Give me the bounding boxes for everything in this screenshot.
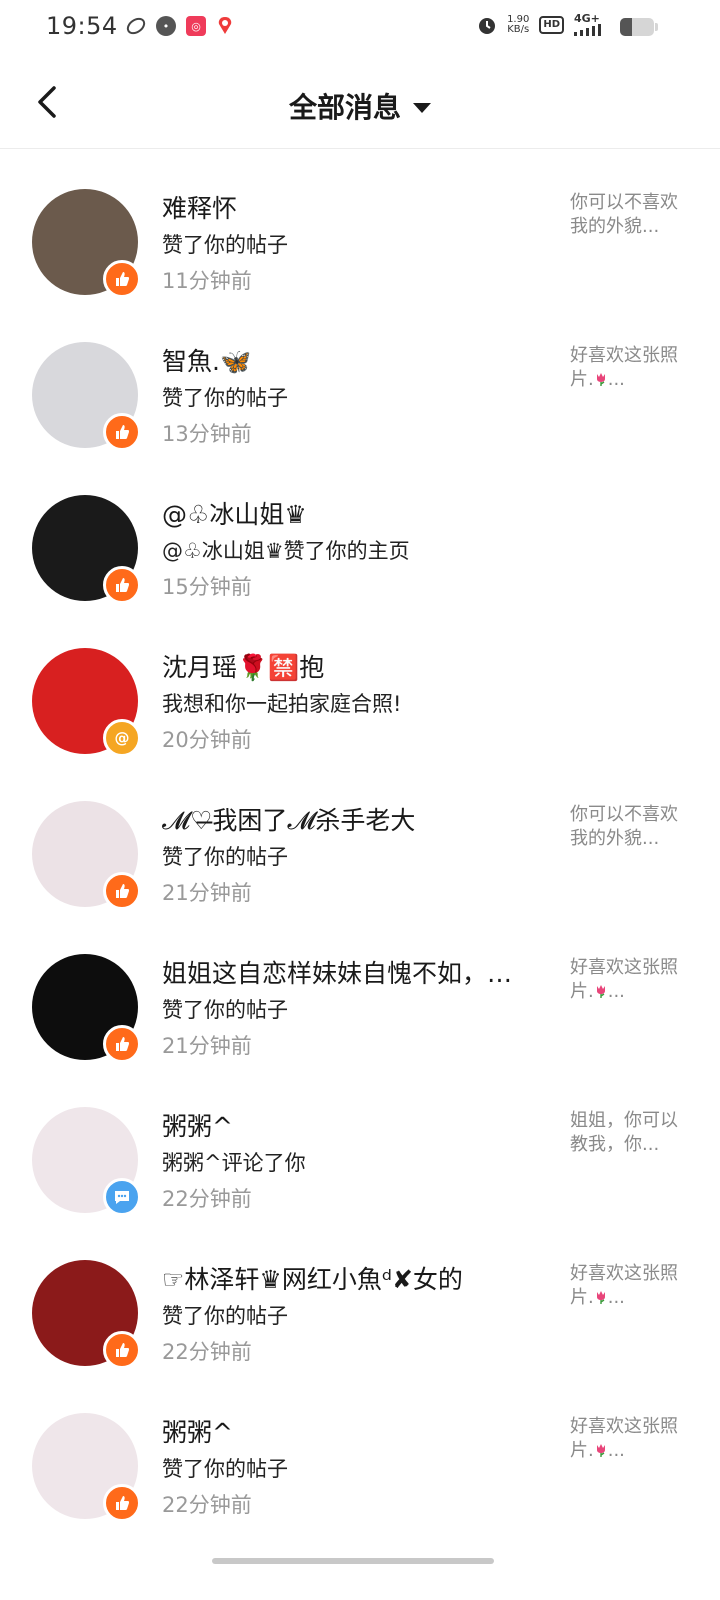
tulip-icon — [596, 373, 605, 386]
message-action-text: 我想和你一起拍家庭合照! — [162, 692, 402, 716]
alarm-icon — [479, 18, 496, 34]
message-item[interactable]: 姐姐这自恋样妹妹自愧不如，… 赞了你的帖子 21分钟前 好喜欢这张照片.... — [0, 930, 720, 1083]
status-right-icons: 1.90 KB/s HD 4G+ — [477, 13, 602, 36]
post-preview-text[interactable]: 好喜欢这张照片.... — [570, 1415, 680, 1463]
message-timestamp: 21分钟前 — [162, 881, 252, 905]
message-timestamp: 15分钟前 — [162, 575, 252, 599]
message-action-text: 赞了你的帖子 — [162, 386, 288, 410]
message-action-text: 赞了你的帖子 — [162, 233, 288, 257]
sender-name[interactable]: 姐姐这自恋样妹妹自愧不如，… — [162, 954, 512, 990]
message-list: 难释怀 赞了你的帖子 11分钟前 你可以不喜欢我的外貌... 智魚.🦋 赞了你的帖子 13分… — [0, 165, 720, 1542]
mention-badge-icon: @ — [103, 719, 141, 757]
post-preview-text[interactable]: 好喜欢这张照片.... — [570, 344, 680, 392]
sender-name[interactable]: 智魚.🦋 — [162, 342, 251, 378]
message-item[interactable]: @ 沈月瑶🌹🈲抱我想和你一起拍家庭合照! 20分钟前 — [0, 624, 720, 777]
message-item[interactable]: ☞林泽轩♛网红小魚ᵈ✘女的赞了你的帖子 22分钟前 好喜欢这张照片.... — [0, 1236, 720, 1389]
sender-name[interactable]: 𝓜♡̶我困了𝓜杀手老大 — [162, 801, 415, 837]
voice-app-icon: • — [156, 16, 176, 36]
message-item[interactable]: 粥粥^ 赞了你的帖子 22分钟前 好喜欢这张照片.... — [0, 1389, 720, 1542]
comment-badge-icon — [103, 1178, 141, 1216]
like-badge-icon — [103, 566, 141, 604]
post-preview-text[interactable]: 好喜欢这张照片.... — [570, 1262, 680, 1310]
message-action-text: 赞了你的帖子 — [162, 998, 288, 1022]
sender-name[interactable]: @♧冰山姐♛ — [162, 495, 307, 531]
tulip-icon — [596, 1291, 605, 1304]
message-action-text: 赞了你的帖子 — [162, 1457, 288, 1481]
sender-name[interactable]: 难释怀 — [162, 189, 237, 225]
tulip-icon — [596, 985, 605, 998]
like-badge-icon — [103, 413, 141, 451]
message-action-text: 粥粥^评论了你 — [162, 1151, 306, 1175]
message-item[interactable]: 𝓜♡̶我困了𝓜杀手老大赞了你的帖子 21分钟前 你可以不喜欢我的外貌... — [0, 777, 720, 930]
message-timestamp: 22分钟前 — [162, 1187, 252, 1211]
message-timestamp: 22分钟前 — [162, 1340, 252, 1364]
post-preview-text[interactable]: 好喜欢这张照片.... — [570, 956, 680, 1004]
message-timestamp: 21分钟前 — [162, 1034, 252, 1058]
like-badge-icon — [103, 1484, 141, 1522]
sender-name[interactable]: 粥粥^ — [162, 1413, 233, 1449]
message-action-text: @♧冰山姐♛赞了你的主页 — [162, 539, 410, 563]
like-badge-icon — [103, 260, 141, 298]
message-item[interactable]: @♧冰山姐♛ @♧冰山姐♛赞了你的主页 15分钟前 — [0, 471, 720, 624]
message-action-text: 赞了你的帖子 — [162, 1304, 288, 1328]
status-time: 19:54 — [46, 12, 118, 40]
message-timestamp: 13分钟前 — [162, 422, 252, 446]
sender-name[interactable]: 粥粥^ — [162, 1107, 233, 1143]
message-action-text: 赞了你的帖子 — [162, 845, 288, 869]
sync-icon — [126, 17, 146, 35]
message-timestamp: 22分钟前 — [162, 1493, 252, 1517]
notification-icons: • ◎ — [126, 16, 234, 36]
message-item[interactable]: 难释怀赞了你的帖子 11分钟前 你可以不喜欢我的外貌... — [0, 165, 720, 318]
hd-indicator: HD — [539, 16, 564, 34]
post-preview-text[interactable]: 姐姐，你可以教我，你... — [570, 1109, 680, 1157]
message-item[interactable]: 智魚.🦋 赞了你的帖子 13分钟前 好喜欢这张照片.... — [0, 318, 720, 471]
like-badge-icon — [103, 1025, 141, 1063]
home-indicator[interactable] — [212, 1558, 494, 1564]
status-bar: 19:54 • ◎ 1.90 KB/s HD 4G+ — [0, 0, 720, 58]
location-icon — [218, 17, 232, 34]
top-bar: 全部消息 — [0, 58, 720, 149]
message-filter-dropdown[interactable]: 全部消息 — [0, 86, 720, 126]
tulip-icon — [596, 1444, 605, 1457]
page-title: 全部消息 — [288, 91, 401, 124]
signal-icon: 4G+ — [574, 13, 602, 36]
message-timestamp: 20分钟前 — [162, 728, 252, 752]
like-badge-icon — [103, 872, 141, 910]
sender-name[interactable]: ☞林泽轩♛网红小魚ᵈ✘女的 — [162, 1260, 463, 1296]
sender-name[interactable]: 沈月瑶🌹🈲抱 — [162, 648, 324, 684]
caret-down-icon — [413, 103, 431, 113]
post-preview-text[interactable]: 你可以不喜欢我的外貌... — [570, 191, 680, 239]
message-timestamp: 11分钟前 — [162, 269, 252, 293]
like-badge-icon — [103, 1331, 141, 1369]
battery-icon — [620, 18, 654, 36]
message-item[interactable]: 粥粥^ 粥粥^评论了你 22分钟前 姐姐，你可以教我，你... — [0, 1083, 720, 1236]
app-notify-icon: ◎ — [186, 16, 206, 36]
post-preview-text[interactable]: 你可以不喜欢我的外貌... — [570, 803, 680, 851]
network-speed: 1.90 KB/s — [507, 14, 530, 35]
